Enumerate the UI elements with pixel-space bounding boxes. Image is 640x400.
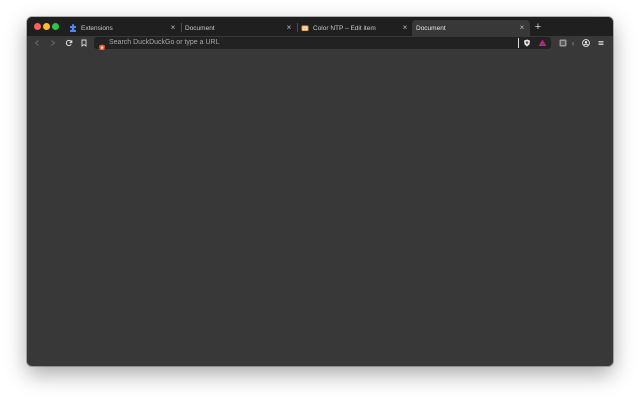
close-tab-icon[interactable]: × [518, 24, 526, 32]
brave-rewards-icon[interactable] [537, 38, 547, 48]
tab-title: Extensions [81, 24, 113, 32]
reload-icon[interactable] [64, 38, 74, 48]
tab-title: Document [416, 24, 446, 32]
address-bar[interactable]: Search DuckDuckGo or type a URL [94, 37, 551, 52]
color-ntp-icon [301, 24, 309, 32]
forward-arrow-icon[interactable] [48, 38, 58, 48]
menu-icon[interactable] [596, 38, 606, 48]
page-content [27, 50, 613, 366]
tab-title: Color NTP – Edit item [313, 24, 376, 32]
close-tab-icon[interactable]: × [169, 24, 177, 32]
zoom-window-button[interactable] [52, 23, 59, 30]
toolbar: Search DuckDuckGo or type a URL [27, 36, 613, 52]
address-input[interactable]: Search DuckDuckGo or type a URL [109, 37, 220, 49]
puzzle-icon [69, 24, 77, 32]
tab-color-ntp[interactable]: Color NTP – Edit item × [297, 20, 413, 36]
extension-icon[interactable] [558, 38, 568, 48]
bookmark-icon[interactable] [79, 38, 89, 48]
brave-shields-icon[interactable] [98, 39, 106, 52]
tab-document[interactable]: Document × [181, 20, 297, 36]
new-tab-button[interactable]: + [532, 20, 544, 34]
back-arrow-icon[interactable] [32, 38, 42, 48]
tab-title: Document [185, 24, 215, 32]
profile-icon[interactable] [581, 38, 591, 48]
brave-shields-button[interactable] [522, 38, 532, 48]
minimize-window-button[interactable] [43, 23, 50, 30]
toolbar-divider [518, 38, 519, 48]
tab-extensions[interactable]: Extensions × [65, 20, 181, 36]
close-window-button[interactable] [34, 23, 41, 30]
tab-document-active[interactable]: Document × [412, 20, 530, 36]
close-tab-icon[interactable]: × [285, 24, 293, 32]
close-tab-icon[interactable]: × [401, 24, 409, 32]
tab-strip: Extensions × Document × Color NTP – Edit… [27, 17, 613, 36]
browser-window: Extensions × Document × Color NTP – Edit… [27, 17, 613, 366]
info-icon[interactable] [568, 38, 578, 48]
